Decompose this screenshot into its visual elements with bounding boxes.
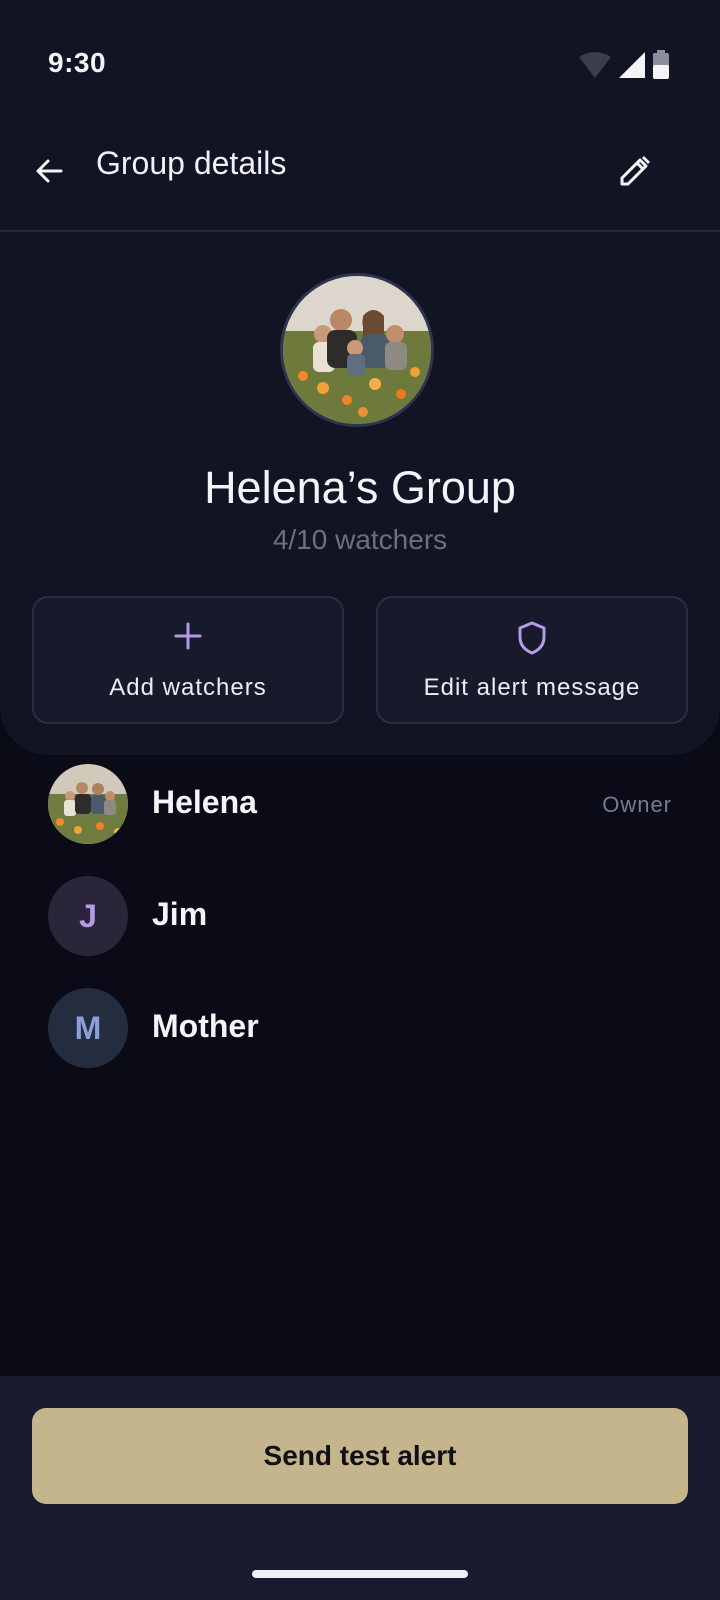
edit-alert-message-button[interactable]: Edit alert message: [376, 596, 688, 724]
back-arrow-icon: [36, 159, 63, 183]
send-test-alert-button[interactable]: Send test alert: [32, 1408, 688, 1504]
member-role-badge: Owner: [602, 792, 672, 817]
status-icons: [578, 50, 670, 80]
bottom-action-bar: Send test alert: [0, 1376, 720, 1600]
plus-icon: [174, 622, 202, 650]
avatar: J: [48, 876, 128, 956]
battery-icon: [653, 50, 669, 79]
avatar: M: [48, 988, 128, 1068]
page-title: Group details: [96, 145, 287, 181]
wifi-icon: [579, 52, 611, 78]
group-name: Helena’s Group: [204, 462, 516, 513]
watcher-count: 4/10 watchers: [272, 524, 448, 555]
toolbar-divider: [0, 230, 720, 232]
app-toolbar: Group details: [0, 130, 720, 230]
pencil-icon: [620, 156, 650, 186]
group-photo: [280, 273, 434, 427]
status-time: 9:30: [48, 47, 107, 78]
home-indicator[interactable]: [252, 1570, 468, 1578]
avatar: [48, 764, 128, 844]
member-name: Jim: [152, 896, 208, 932]
member-row[interactable]: J Jim: [48, 876, 672, 956]
edit-group-button[interactable]: [610, 146, 660, 196]
member-row[interactable]: Helena Owner: [48, 764, 672, 844]
member-row[interactable]: M Mother: [48, 988, 672, 1068]
signal-icon: [619, 52, 645, 78]
back-button[interactable]: [24, 146, 74, 196]
edit-alert-message-label: Edit alert message: [423, 674, 641, 701]
member-name: Mother: [152, 1008, 259, 1044]
member-name: Helena: [152, 784, 257, 820]
shield-icon: [518, 621, 546, 655]
status-bar: 9:30: [0, 0, 720, 130]
add-watchers-label: Add watchers: [109, 674, 267, 701]
add-watchers-button[interactable]: Add watchers: [32, 596, 344, 724]
